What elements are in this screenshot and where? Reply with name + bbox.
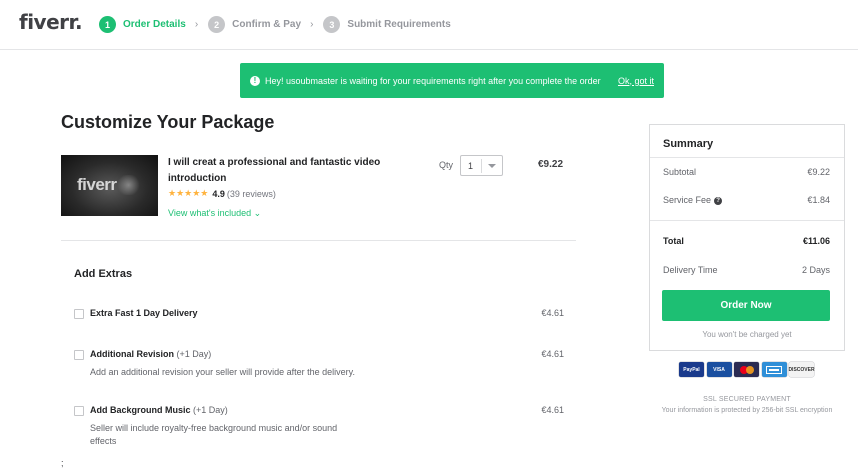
view-included-label: View what's included (168, 208, 252, 218)
select-divider (481, 159, 482, 173)
step-label: Submit Requirements (347, 19, 451, 30)
total-row: Total €11.06 (663, 236, 830, 246)
gig-item: fiverr I will creat a professional and f… (61, 155, 576, 220)
step-number: 3 (323, 16, 341, 33)
step-label: Order Details (123, 19, 186, 30)
extra-name: Additional Revision (90, 349, 175, 359)
step-submit-requirements[interactable]: 3 Submit Requirements (323, 16, 451, 33)
extra-price: €4.61 (541, 405, 564, 415)
step-number: 2 (208, 16, 226, 33)
gig-thumbnail[interactable]: fiverr (61, 155, 158, 216)
extra-checkbox[interactable] (74, 406, 84, 416)
step-order-details[interactable]: 1 Order Details › (99, 16, 208, 33)
extra-name-wrap[interactable]: Additional Revision (+1 Day) (90, 349, 211, 359)
step-confirm-pay[interactable]: 2 Confirm & Pay › (208, 16, 323, 33)
quantity-select[interactable]: 1 (460, 155, 503, 176)
divider (61, 240, 576, 241)
extra-description: Seller will include royalty-free backgro… (90, 423, 338, 446)
banner-message: Hey! usoubmaster is waiting for your req… (265, 75, 601, 86)
divider (650, 220, 844, 221)
subtotal-label: Subtotal (663, 167, 697, 177)
subtotal-row: Subtotal €9.22 (663, 167, 830, 177)
summary-title: Summary (663, 138, 714, 150)
extra-checkbox[interactable] (74, 350, 84, 360)
discover-icon: DISCOVER (788, 362, 815, 377)
extra-name: Add Background Music (90, 405, 191, 415)
help-icon[interactable]: ? (714, 196, 723, 205)
order-now-button[interactable]: Order Now (662, 290, 830, 321)
extra-note: (+1 Day) (176, 349, 212, 359)
ssl-description: Your information is protected by 256-bit… (661, 407, 833, 414)
extra-price: €4.61 (541, 349, 564, 359)
service-fee-label: Service Fee (663, 195, 712, 205)
extra-checkbox[interactable] (74, 309, 84, 319)
ssl-title: SSL SECURED PAYMENT (703, 396, 791, 403)
rating-score: 4.9 (212, 188, 225, 199)
gig-rating: ★★★★★ 4.9 (39 reviews) (168, 188, 276, 199)
logo-text: fiverr (19, 10, 76, 34)
chevron-down-icon: ⌄ (253, 208, 262, 218)
step-label: Confirm & Pay (232, 19, 302, 30)
view-included-link[interactable]: View what's included ⌄ (168, 208, 261, 219)
extra-name[interactable]: Extra Fast 1 Day Delivery (90, 308, 198, 318)
divider (650, 157, 844, 158)
extra-note: (+1 Day) (193, 405, 228, 415)
summary-panel: Summary Subtotal €9.22 Service Fee? €1.8… (649, 124, 845, 351)
fiverr-logo[interactable]: fiverr. (19, 10, 83, 34)
amex-icon (761, 362, 787, 377)
star-rating-icon: ★★★★★ (168, 188, 209, 198)
extras-title: Add Extras (74, 268, 133, 280)
step-number: 1 (99, 16, 116, 33)
page-title: Customize Your Package (61, 112, 275, 132)
extra-description: Add an additional revision your seller w… (90, 367, 355, 377)
qty-label: Qty (439, 160, 454, 170)
extra-price: €4.61 (541, 308, 564, 318)
top-header: fiverr. 1 Order Details › 2 Confirm & Pa… (0, 0, 858, 50)
info-icon: ! (250, 75, 260, 86)
gig-price: €9.22 (538, 159, 564, 170)
payment-methods: PayPal VISA DISCOVER (679, 362, 817, 377)
total-value: €11.06 (802, 236, 830, 246)
not-charged-note: You won't be charged yet (702, 330, 792, 339)
review-count: (39 reviews) (226, 188, 276, 199)
info-banner: ! Hey! usoubmaster is waiting for your r… (240, 63, 664, 98)
quantity-value: 1 (468, 160, 474, 171)
chevron-right-icon: › (310, 19, 314, 30)
stray-character: ; (61, 458, 64, 468)
service-fee-row: Service Fee? €1.84 (663, 195, 830, 205)
gig-title[interactable]: I will creat a professional and fantasti… (168, 155, 393, 187)
delivery-time-label: Delivery Time (663, 265, 718, 275)
service-fee-value: €1.84 (807, 195, 830, 205)
dismiss-banner-link[interactable]: Ok, got it (618, 76, 654, 86)
thumbnail-logo-text: fiverr (77, 175, 117, 194)
subtotal-value: €9.22 (807, 167, 830, 177)
extra-name-wrap[interactable]: Add Background Music (+1 Day) (90, 405, 228, 415)
paypal-icon: PayPal (679, 362, 704, 377)
caret-down-icon (488, 164, 496, 168)
smoke-effect (116, 175, 141, 195)
checkout-steps: 1 Order Details › 2 Confirm & Pay › 3 Su… (99, 16, 451, 33)
visa-icon: VISA (706, 362, 732, 377)
delivery-time-row: Delivery Time 2 Days (663, 265, 830, 275)
chevron-right-icon: › (194, 19, 199, 30)
delivery-time-value: 2 Days (801, 265, 830, 275)
total-label: Total (663, 236, 684, 246)
mastercard-icon (734, 362, 759, 377)
